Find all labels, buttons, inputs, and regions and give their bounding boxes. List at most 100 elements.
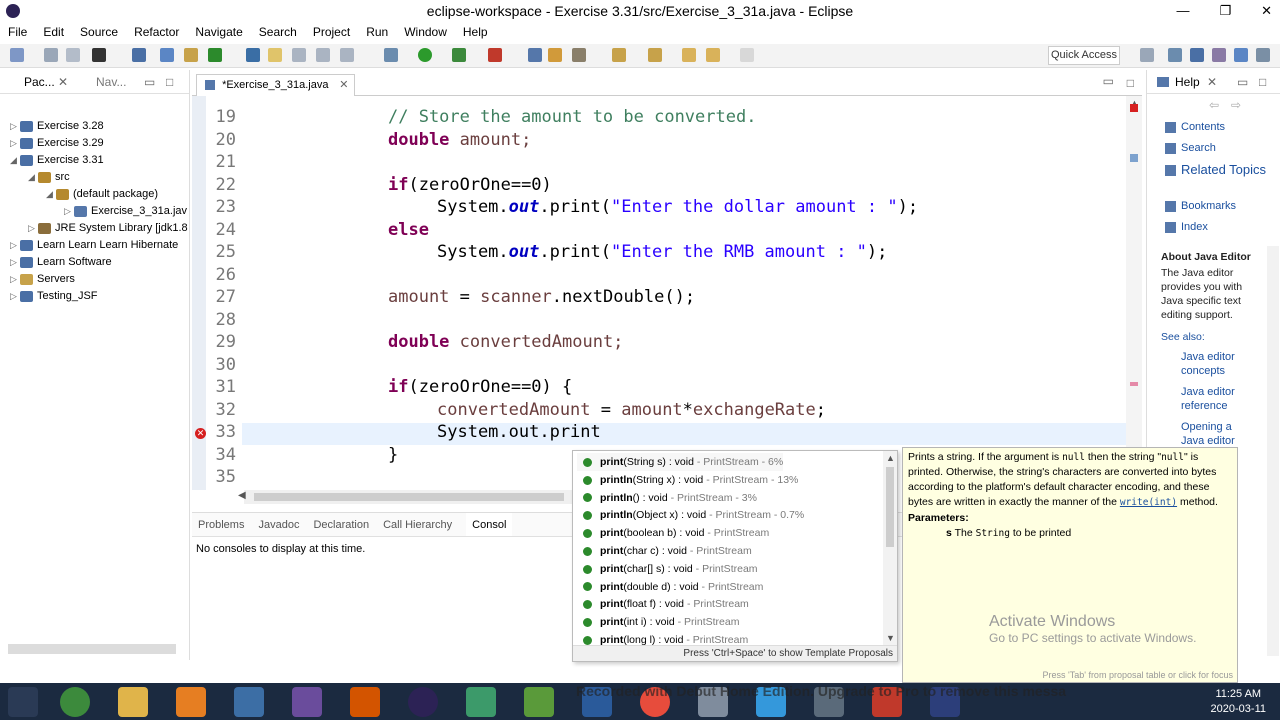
external-tools-icon[interactable] [488,48,502,62]
position-overview-marker[interactable] [1130,154,1138,162]
twisty-icon[interactable]: ▷ [10,254,20,271]
proposal-item[interactable]: print(char c) : void - PrintStream [577,542,752,560]
debug-icon[interactable] [92,48,106,62]
tab-problems[interactable]: Problems [198,513,244,536]
tree-item[interactable]: ▷ JRE System Library [jdk1.8 [28,220,188,237]
editor-vertical-scrollbar[interactable]: ▲ [1126,96,1142,496]
close-tab-icon[interactable]: ✕ [1207,70,1217,94]
proposal-item[interactable]: println() : void - PrintStream - 3% [577,489,757,507]
proposal-item[interactable]: print(double d) : void - PrintStream [577,578,763,596]
twisty-icon[interactable]: ▷ [10,118,20,135]
scroll-up-icon[interactable]: ▲ [886,453,895,463]
open-perspective-icon[interactable] [1140,48,1154,62]
proposal-item[interactable]: println(Object x) : void - PrintStream -… [577,506,804,524]
error-icon[interactable]: ✕ [195,428,206,439]
scroll-thumb[interactable] [886,467,894,547]
twisty-icon[interactable]: ▷ [10,288,20,305]
twisty-icon[interactable]: ▷ [10,237,20,254]
tree-item[interactable]: ▷ Exercise 3.28 [10,118,104,135]
maximize-view-icon[interactable]: □ [166,70,173,94]
menu-edit[interactable]: Edit [43,22,64,42]
show-source-icon[interactable] [340,48,354,62]
help-link-contents[interactable]: Contents [1181,121,1225,133]
proposal-item[interactable]: print(float f) : void - PrintStream [577,595,749,613]
back-icon[interactable] [706,48,720,62]
run-icon[interactable] [418,48,432,62]
previous-annotation-icon[interactable] [648,48,662,62]
pen-icon[interactable] [572,48,586,62]
vlc-icon[interactable] [176,687,206,717]
tab-declaration[interactable]: Declaration [313,513,369,536]
tree-item[interactable]: ▷ Learn Software [10,254,112,271]
menu-file[interactable]: File [8,22,27,42]
help-link-related-topics[interactable]: Related Topics [1181,162,1277,177]
mark-occurrences-icon[interactable] [268,48,282,62]
menu-refactor[interactable]: Refactor [134,22,179,42]
eclipse-icon[interactable] [408,687,438,717]
horizontal-scrollbar[interactable] [8,644,176,654]
last-edit-icon[interactable] [682,48,696,62]
git-perspective-icon[interactable] [1234,48,1248,62]
menu-run[interactable]: Run [366,22,388,42]
open-folder-icon[interactable] [548,48,562,62]
save-all-icon[interactable] [66,48,80,62]
twisty-icon[interactable]: ◢ [46,186,56,203]
tab-exercise-3-31a[interactable]: *Exercise_3_31a.java ✕ [196,74,356,96]
proposal-scrollbar[interactable]: ▲ ▼ [883,451,897,647]
help-link-editor-reference[interactable]: Java editor reference [1181,385,1251,413]
open-type-icon[interactable] [246,48,260,62]
refresh-icon[interactable] [208,48,222,62]
new-project-icon[interactable] [184,48,198,62]
java-ee-perspective-icon[interactable] [1168,48,1182,62]
help-link-opening-editor[interactable]: Opening a Java editor [1181,420,1251,448]
minimize-view-icon[interactable]: ▭ [1237,70,1248,94]
python-icon[interactable] [234,687,264,717]
twisty-icon[interactable]: ▷ [64,203,74,220]
next-annotation-icon[interactable] [612,48,626,62]
tree-item[interactable]: ▷ Exercise 3.29 [10,135,104,152]
tab-console[interactable]: Consol [466,513,513,536]
tab-call-hierarchy[interactable]: Call Hierarchy [383,513,452,536]
file-explorer-icon[interactable] [118,687,148,717]
tree-item[interactable]: ▷ Testing_JSF [10,288,98,305]
twisty-icon[interactable]: ▷ [28,220,38,237]
tree-item[interactable]: ◢ Exercise 3.31 [10,152,104,169]
coverage-icon[interactable] [452,48,466,62]
git-icon[interactable] [466,687,496,717]
tab-package-explorer[interactable]: Pac... [24,70,55,94]
tree-item[interactable]: ▷ Servers [10,271,75,288]
visual-studio-icon[interactable] [292,687,322,717]
close-tab-icon[interactable]: ✕ [58,70,68,94]
java-perspective-icon[interactable] [1190,48,1204,62]
twisty-icon[interactable]: ◢ [28,169,38,186]
twisty-icon[interactable]: ▷ [10,271,20,288]
error-overview-marker[interactable] [1130,104,1138,112]
twisty-icon[interactable]: ▷ [10,135,20,152]
maximize-button[interactable]: ❐ [1219,0,1231,22]
javadoc-popup[interactable]: Prints a string. If the argument is null… [902,447,1238,683]
warning-overview-marker[interactable] [1130,382,1138,386]
doc-link-write[interactable]: write(int) [1120,497,1177,508]
toggle-block-icon[interactable] [292,48,306,62]
twisty-icon[interactable]: ◢ [10,152,20,169]
whitespace-icon[interactable] [316,48,330,62]
back-arrow-icon[interactable]: ⇦ [1209,98,1219,112]
quick-access-field[interactable]: Quick Access [1048,46,1120,65]
maximize-view-icon[interactable]: □ [1259,70,1266,94]
proposal-item[interactable]: print(String s) : void - PrintStream - 6… [577,453,784,471]
maximize-editor-icon[interactable]: □ [1127,76,1134,90]
scroll-thumb[interactable] [254,493,564,501]
team-perspective-icon[interactable] [1256,48,1270,62]
save-icon[interactable] [44,48,58,62]
scroll-down-icon[interactable]: ▼ [886,633,895,643]
proposal-item[interactable]: print(boolean b) : void - PrintStream [577,524,769,542]
open-task-icon[interactable] [528,48,542,62]
menu-help[interactable]: Help [463,22,488,42]
menu-search[interactable]: Search [259,22,297,42]
close-tab-icon[interactable]: ✕ [339,75,348,95]
tab-javadoc[interactable]: Javadoc [258,513,299,536]
menu-window[interactable]: Window [404,22,447,42]
tree-item[interactable]: ◢ (default package) [46,186,158,203]
help-link-editor-concepts[interactable]: Java editor concepts [1181,350,1251,378]
minimize-view-icon[interactable]: ▭ [144,70,155,94]
